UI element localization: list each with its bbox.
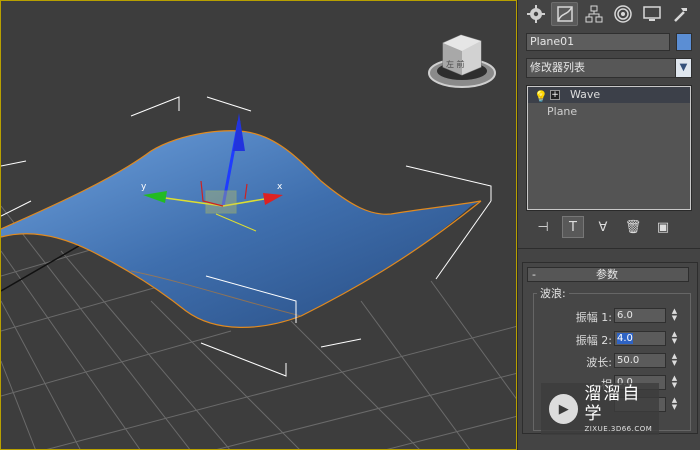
app-window: y x 左 前 Plane01 修改器列表 ▼ 💡 + Wave Plane ⊣… xyxy=(0,0,700,450)
amplitude-2-input[interactable]: 4.0 xyxy=(614,331,666,346)
amplitude-2-spinner[interactable]: ▲ ▼ xyxy=(670,331,679,346)
object-name-field[interactable]: Plane01 xyxy=(526,33,670,51)
watermark-title: 溜溜自学 xyxy=(584,384,642,424)
amplitude-1-spinner[interactable]: ▲ ▼ xyxy=(670,308,679,323)
param-label: 振幅 2: xyxy=(575,334,612,347)
show-end-result-button[interactable]: T xyxy=(562,216,584,238)
stack-toolbar: ⊣ T ∀ 🗑 ▣ xyxy=(526,215,696,239)
command-panel-tabs xyxy=(518,0,700,28)
stack-item-label: Wave xyxy=(570,88,601,101)
pin-stack-button[interactable]: ⊣ xyxy=(532,216,554,238)
phase-spinner[interactable]: ▲ ▼ xyxy=(670,375,679,390)
amplitude-2-param: 振幅 2: 4.0 ▲ ▼ xyxy=(576,331,684,348)
make-unique-button[interactable]: ∀ xyxy=(592,216,614,238)
modifier-list-label: 修改器列表 xyxy=(530,61,585,74)
wave-plane-mesh xyxy=(1,130,481,328)
gizmo-x-label: x xyxy=(277,182,283,192)
hierarchy-icon xyxy=(585,5,602,23)
create-icon xyxy=(526,5,545,23)
viewport-canvas[interactable]: y x 左 前 xyxy=(1,1,517,450)
display-icon xyxy=(642,6,661,21)
watermark-url: ZIXUE.3D66.COM xyxy=(584,425,653,433)
param-label: 振幅 1: xyxy=(575,311,612,324)
divider xyxy=(518,248,700,249)
modify-tab[interactable] xyxy=(551,2,578,26)
amplitude-1-input[interactable]: 6.0 xyxy=(614,308,666,323)
gizmo-y-label: y xyxy=(141,182,147,192)
modifier-stack[interactable]: 💡 + Wave Plane xyxy=(526,85,692,211)
motion-tab[interactable] xyxy=(609,2,636,26)
play-logo-icon: ▶ xyxy=(549,394,579,424)
display-tab[interactable] xyxy=(638,2,665,26)
amplitude-1-param: 振幅 1: 6.0 ▲ ▼ xyxy=(576,308,684,325)
viewcube-label: 左 前 xyxy=(446,59,465,69)
pin-icon: ⊣ xyxy=(537,219,549,235)
rollout-header[interactable]: - 参数 xyxy=(527,267,689,282)
utilities-tab[interactable] xyxy=(667,2,694,26)
watermark-text: 溜溜自学 ZIXUE.3D66.COM xyxy=(584,384,659,434)
remove-modifier-button[interactable]: 🗑 xyxy=(622,216,644,238)
lightbulb-icon[interactable]: 💡 xyxy=(534,89,548,105)
wavelength-input[interactable]: 50.0 xyxy=(614,353,666,368)
param-label: 波长: xyxy=(586,356,612,369)
motion-icon xyxy=(613,5,632,23)
hierarchy-tab[interactable] xyxy=(580,2,607,26)
collapse-icon: - xyxy=(532,268,536,281)
rollout-title: 参数 xyxy=(596,268,618,281)
make-unique-icon: ∀ xyxy=(598,219,608,235)
perspective-viewport[interactable]: y x 左 前 xyxy=(0,0,517,450)
wavelength-param: 波长: 50.0 ▲ ▼ xyxy=(586,353,684,370)
trash-icon: 🗑 xyxy=(624,219,642,235)
end-result-icon: T xyxy=(569,219,577,235)
object-color-swatch[interactable] xyxy=(676,33,692,51)
chevron-down-icon[interactable]: ▼ xyxy=(675,59,691,77)
create-tab[interactable] xyxy=(522,2,549,26)
watermark: ▶ 溜溜自学 ZIXUE.3D66.COM xyxy=(541,383,659,435)
stack-item-wave[interactable]: 💡 + Wave xyxy=(528,87,690,103)
wave-group-label: 波浪: xyxy=(537,285,569,301)
configure-modifier-sets-button[interactable]: ▣ xyxy=(652,216,674,238)
amplitude-2-value: 4.0 xyxy=(617,333,633,344)
stack-item-label: Plane xyxy=(547,105,578,118)
decay-spinner[interactable]: ▲ ▼ xyxy=(670,397,679,412)
expand-icon[interactable]: + xyxy=(550,90,560,100)
utilities-icon xyxy=(673,8,687,22)
configure-icon: ▣ xyxy=(656,219,670,235)
stack-item-plane[interactable]: Plane xyxy=(527,104,691,120)
modify-icon xyxy=(556,6,573,22)
wavelength-spinner[interactable]: ▲ ▼ xyxy=(670,353,679,368)
modifier-list-dropdown[interactable]: 修改器列表 ▼ xyxy=(526,58,692,78)
